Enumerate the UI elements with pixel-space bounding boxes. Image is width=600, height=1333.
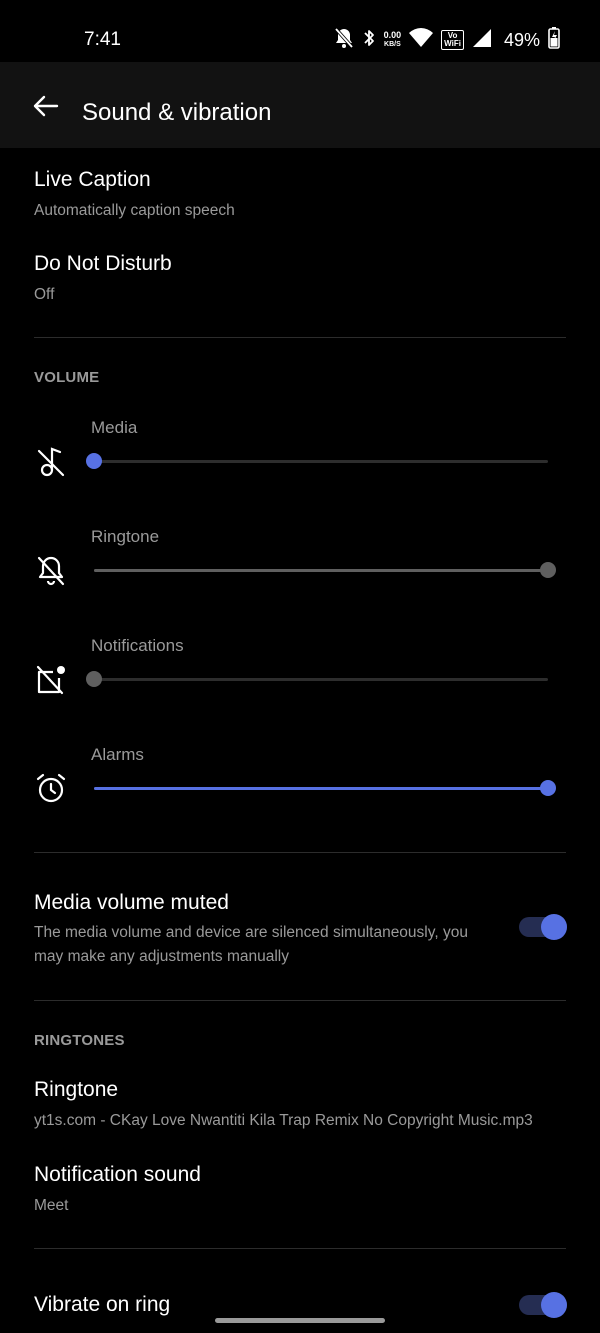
divider <box>34 852 566 853</box>
notifications-off-icon <box>334 27 354 54</box>
status-time: 7:41 <box>84 29 121 50</box>
slider-thumb[interactable] <box>86 453 102 469</box>
notification-off-icon <box>34 662 68 696</box>
media-volume-slider[interactable] <box>86 451 548 471</box>
vowifi-badge: Vo WiFi <box>441 30 464 50</box>
divider <box>34 337 566 338</box>
slider-thumb[interactable] <box>540 562 556 578</box>
notification-sound-title: Notification sound <box>34 1163 201 1186</box>
live-caption-title: Live Caption <box>34 168 151 191</box>
slider-thumb[interactable] <box>540 780 556 796</box>
ringtone-volume-label: Ringtone <box>91 527 160 546</box>
divider <box>34 1248 566 1249</box>
notification-sound-setting[interactable]: Notification sound Meet <box>34 1163 201 1218</box>
signal-icon <box>472 28 492 53</box>
slider-fill <box>94 569 548 572</box>
media-volume-muted-setting[interactable]: Media volume muted The media volume and … <box>34 891 494 969</box>
toggle-knob <box>541 914 567 940</box>
vibrate-on-ring-setting[interactable]: Vibrate on ring <box>34 1293 170 1317</box>
battery-percent: 49% <box>503 29 540 50</box>
live-caption-setting[interactable]: Live Caption Automatically caption speec… <box>34 168 235 223</box>
divider <box>34 1000 566 1001</box>
status-icons: 0.00 KB/S Vo WiFi 49% <box>334 26 560 54</box>
music-off-icon <box>34 444 68 478</box>
media-volume-muted-toggle[interactable] <box>519 913 567 941</box>
media-volume-muted-subtitle: The media volume and device are silenced… <box>34 924 468 965</box>
notifications-volume-slider[interactable] <box>86 669 548 689</box>
slider-thumb[interactable] <box>86 671 102 687</box>
alarms-volume-label: Alarms <box>91 745 144 764</box>
gesture-nav-handle[interactable] <box>215 1318 385 1323</box>
ringtone-setting[interactable]: Ringtone yt1s.com - CKay Love Nwantiti K… <box>34 1078 533 1133</box>
ringtone-title: Ringtone <box>34 1078 119 1101</box>
notifications-volume-label: Notifications <box>91 636 184 655</box>
volume-section-header: VOLUME <box>34 369 100 386</box>
slider-fill <box>94 787 548 790</box>
bluetooth-icon <box>362 28 376 53</box>
ringtone-volume-slider[interactable] <box>94 560 556 580</box>
do-not-disturb-subtitle: Off <box>34 286 55 303</box>
slider-track <box>94 678 548 681</box>
back-arrow-icon <box>33 95 59 117</box>
vibrate-on-ring-title: Vibrate on ring <box>34 1293 171 1316</box>
notification-sound-subtitle: Meet <box>34 1197 69 1214</box>
battery-charging-icon <box>548 26 560 54</box>
vibrate-on-ring-toggle[interactable] <box>519 1291 567 1319</box>
alarm-clock-icon <box>34 771 68 805</box>
app-bar: Sound & vibration <box>0 62 600 148</box>
back-button[interactable] <box>28 89 62 123</box>
live-caption-subtitle: Automatically caption speech <box>34 202 235 219</box>
media-volume-label: Media <box>91 418 138 437</box>
ringtone-subtitle: yt1s.com - CKay Love Nwantiti Kila Trap … <box>34 1112 533 1129</box>
slider-track <box>94 460 548 463</box>
toggle-knob <box>541 1292 567 1318</box>
alarms-volume-slider[interactable] <box>94 778 556 798</box>
page-title: Sound & vibration <box>82 99 272 126</box>
status-bar: 7:41 0.00 KB/S Vo WiFi 49% <box>0 0 600 62</box>
wifi-icon <box>409 27 434 53</box>
media-volume-muted-title: Media volume muted <box>34 891 229 914</box>
net-speed: 0.00 KB/S <box>383 30 402 49</box>
bell-off-icon <box>34 553 68 587</box>
do-not-disturb-title: Do Not Disturb <box>34 252 172 275</box>
do-not-disturb-setting[interactable]: Do Not Disturb Off <box>34 252 172 307</box>
ringtones-section-header: RINGTONES <box>34 1032 125 1049</box>
